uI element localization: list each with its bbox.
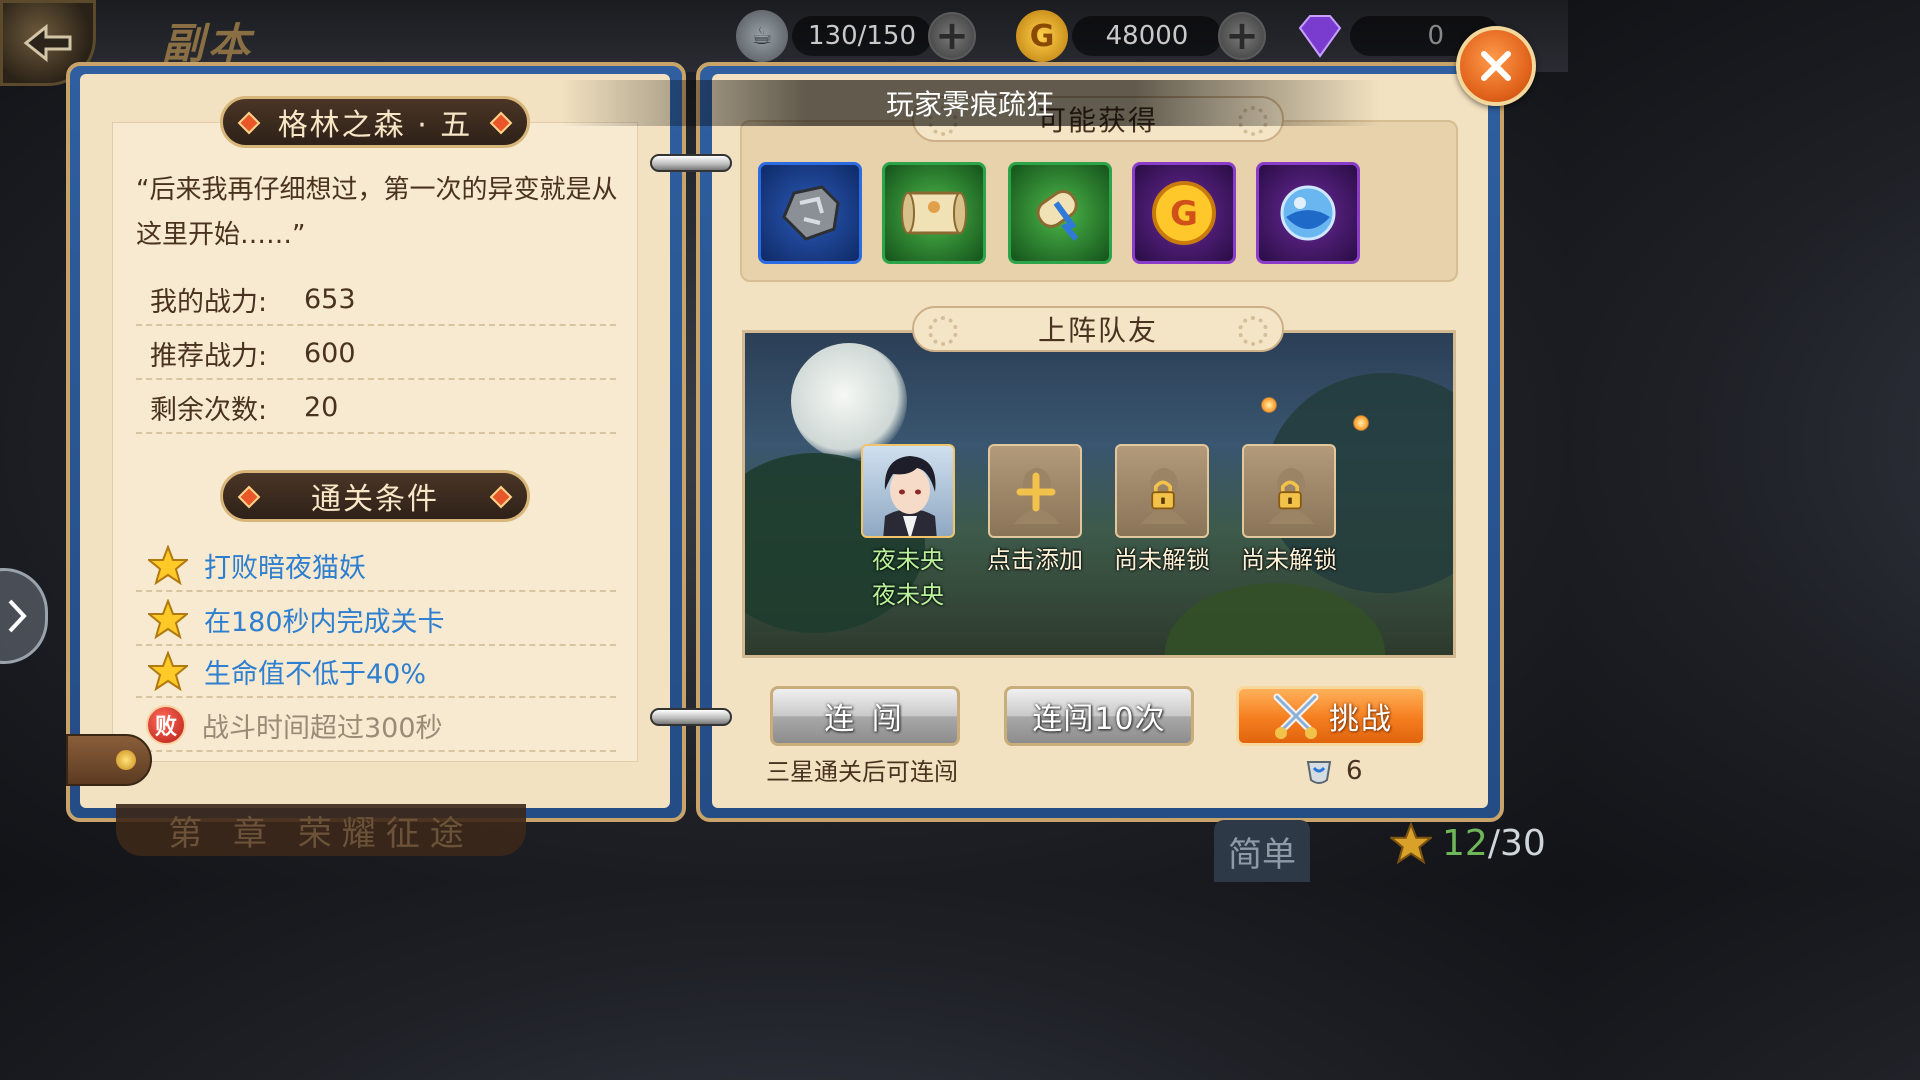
stage-name-banner: 格林之森 · 五: [220, 96, 530, 148]
team-slot-label: 夜未央: [872, 546, 944, 574]
consecutive-challenge-button[interactable]: 连 闯: [770, 686, 960, 746]
stat-label: 推荐战力:: [150, 340, 268, 372]
fail-badge-icon: 败: [146, 705, 186, 745]
fail-condition-item: 败 战斗时间超过300秒: [136, 700, 616, 752]
stat-remaining-attempts: 剩余次数: 20: [136, 382, 616, 434]
cup-icon: [1306, 761, 1332, 784]
svg-text:G: G: [1170, 194, 1198, 234]
team-title: 上阵队友: [1037, 314, 1158, 347]
gold-coin-icon: G: [1152, 181, 1216, 245]
stat-label: 我的战力:: [150, 286, 268, 318]
add-stamina-button[interactable]: +: [928, 12, 976, 60]
reward-item[interactable]: [758, 162, 862, 264]
banner-diamond-icon: [237, 111, 261, 135]
conditions-title: 通关条件: [311, 482, 439, 517]
condition-text: 打败暗夜猫妖: [204, 552, 366, 584]
ore-stone-icon: [782, 185, 840, 241]
gear-ornament-icon: [1238, 316, 1268, 346]
condition-item: 生命值不低于40%: [136, 646, 616, 698]
stamina-resource: ☕ 130/150 +: [736, 10, 976, 62]
condition-item: 打败暗夜猫妖: [136, 540, 616, 592]
player-notice: 玩家霁痕疏狂: [560, 80, 1380, 126]
hero-portrait: [883, 456, 937, 536]
cup-icon: ☕: [736, 10, 788, 62]
challenge-button[interactable]: 挑战: [1236, 686, 1426, 746]
scroll-icon: [901, 191, 967, 235]
bookmark-tab[interactable]: [66, 734, 152, 786]
stage-name: 格林之森 · 五: [277, 108, 473, 143]
close-button[interactable]: [1456, 26, 1536, 106]
condition-text: 生命值不低于40%: [204, 658, 427, 690]
gear-ornament-icon: [928, 316, 958, 346]
gold-resource: G 48000 +: [1016, 10, 1266, 62]
challenge-label: 挑战: [1329, 702, 1393, 737]
stat-power: 我的战力: 653: [136, 274, 616, 326]
star-icon: [1390, 822, 1432, 864]
stars-current: 12: [1442, 822, 1488, 864]
condition-text: 战斗时间超过300秒: [202, 712, 443, 744]
gem-icon: [1294, 10, 1346, 62]
book-ring-top: [650, 154, 732, 172]
stamina-cost-value: 6: [1346, 756, 1363, 786]
difficulty-tab[interactable]: 简单: [1214, 820, 1310, 882]
reward-item[interactable]: [1008, 162, 1112, 264]
book-ring-bottom: [650, 708, 732, 726]
chapter-title: 第 章 荣耀征途: [116, 804, 526, 856]
condition-item: 在180秒内完成关卡: [136, 594, 616, 646]
gold-value: 48000: [1072, 16, 1222, 56]
banner-diamond-icon: [489, 111, 513, 135]
stat-value: 600: [304, 337, 356, 369]
reward-item[interactable]: G: [1132, 162, 1236, 264]
team-slot-label: 点击添加: [987, 546, 1083, 574]
consecutive-note: 三星通关后可连闯: [766, 758, 958, 786]
banner-diamond-icon: [489, 485, 513, 509]
tree-silhouette: [1165, 583, 1385, 655]
stat-recommended-power: 推荐战力: 600: [136, 328, 616, 380]
lock-icon: [1278, 480, 1302, 510]
chevron-right-icon: [8, 599, 27, 633]
hero-name-repeat: 夜未央: [872, 581, 944, 609]
star-icon: [148, 651, 188, 691]
crossed-swords-icon: [1273, 693, 1319, 739]
team-banner: 上阵队友: [912, 306, 1284, 352]
gold-coin-icon: G: [1016, 10, 1068, 62]
team-slot-label: 尚未解锁: [1114, 546, 1210, 574]
add-gold-button[interactable]: +: [1218, 12, 1266, 60]
star-icon: [148, 599, 188, 639]
condition-text: 在180秒内完成关卡: [204, 606, 445, 638]
team-slot-label: 尚未解锁: [1241, 546, 1337, 574]
star-progress: 12 /30: [1390, 822, 1546, 864]
reward-item[interactable]: [882, 162, 986, 264]
team-slot-hero[interactable]: [861, 444, 955, 538]
star-icon: [148, 545, 188, 585]
team-slot-locked[interactable]: [1242, 444, 1336, 538]
next-stage-button[interactable]: [0, 568, 48, 664]
conditions-banner: 通关条件: [220, 470, 530, 522]
reward-item[interactable]: [1256, 162, 1360, 264]
team-slot-add[interactable]: [988, 444, 1082, 538]
lock-icon: [1151, 480, 1175, 510]
back-arrow-icon: [23, 23, 72, 63]
crystal-orb-icon: [1280, 185, 1336, 241]
stat-value: 653: [304, 283, 356, 315]
consecutive-10-button[interactable]: 连闯10次: [1004, 686, 1194, 746]
lantern: [1261, 397, 1277, 413]
stat-value: 20: [304, 391, 339, 423]
stage-quote: “后来我再仔细想过，第一次的异变就是从这里开始……”: [136, 175, 618, 250]
team-slot-locked[interactable]: [1115, 444, 1209, 538]
blue-ribbon-scroll-icon: [1036, 189, 1079, 241]
lantern: [1353, 415, 1369, 431]
stamina-value: 130/150: [792, 16, 932, 56]
stars-total: /30: [1487, 822, 1546, 864]
stamina-cost: 6: [1302, 754, 1363, 788]
close-icon: [1481, 51, 1511, 81]
stat-label: 剩余次数:: [150, 394, 268, 426]
banner-diamond-icon: [237, 485, 261, 509]
moon: [791, 343, 907, 459]
plus-icon: [1016, 472, 1056, 512]
